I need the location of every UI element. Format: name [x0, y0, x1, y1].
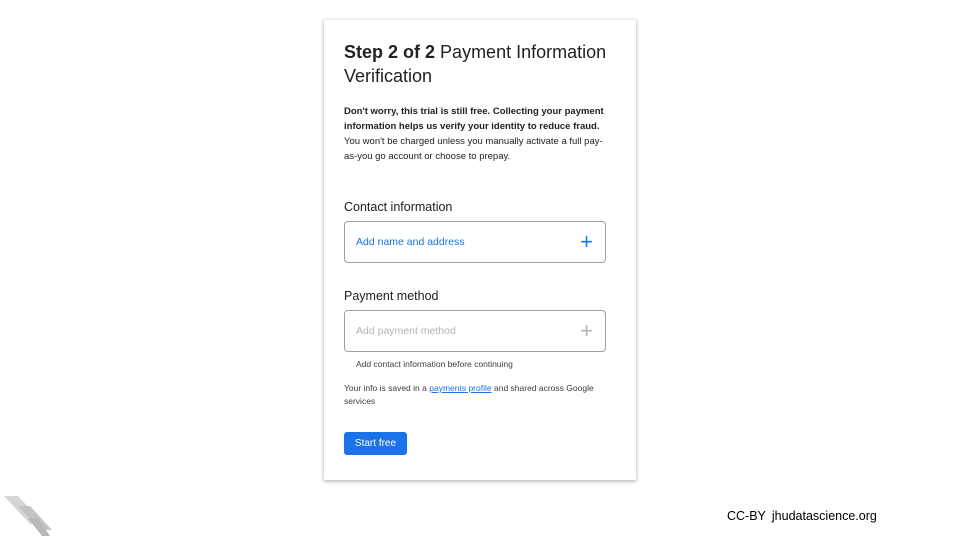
- add-contact-button[interactable]: Add name and address +: [344, 221, 606, 263]
- saved-info-text: Your info is saved in a payments profile…: [344, 382, 604, 408]
- saved-prefix: Your info is saved in a: [344, 383, 427, 393]
- payment-section-label: Payment method: [344, 289, 439, 303]
- payment-helper-text: Add contact information before continuin…: [356, 359, 513, 369]
- contact-section-label: Contact information: [344, 200, 453, 214]
- page-title: Step 2 of 2 Payment Information Verifica…: [344, 40, 624, 88]
- step-label: Step 2 of 2: [344, 42, 436, 62]
- intro-rest-text: You won't be charged unless you manually…: [344, 136, 603, 162]
- contact-field-label: Add name and address: [356, 236, 465, 248]
- payment-field-label: Add payment method: [356, 325, 456, 337]
- plus-icon: +: [580, 318, 593, 343]
- intro-bold-text: Don't worry, this trial is still free. C…: [344, 106, 604, 132]
- start-free-button[interactable]: Start free: [344, 432, 407, 455]
- intro-text: Don't worry, this trial is still free. C…: [344, 104, 614, 164]
- site-text: jhudatascience.org: [771, 509, 877, 523]
- add-payment-button[interactable]: Add payment method +: [344, 310, 606, 352]
- stripes-logo-icon: [4, 496, 52, 536]
- plus-icon: +: [580, 229, 593, 254]
- footer-credit: CC-BY jhudatascience.org: [727, 509, 877, 523]
- payments-profile-link[interactable]: payments profile: [429, 383, 491, 393]
- payment-verification-card: Step 2 of 2 Payment Information Verifica…: [324, 20, 636, 480]
- license-text: CC-BY: [727, 509, 766, 523]
